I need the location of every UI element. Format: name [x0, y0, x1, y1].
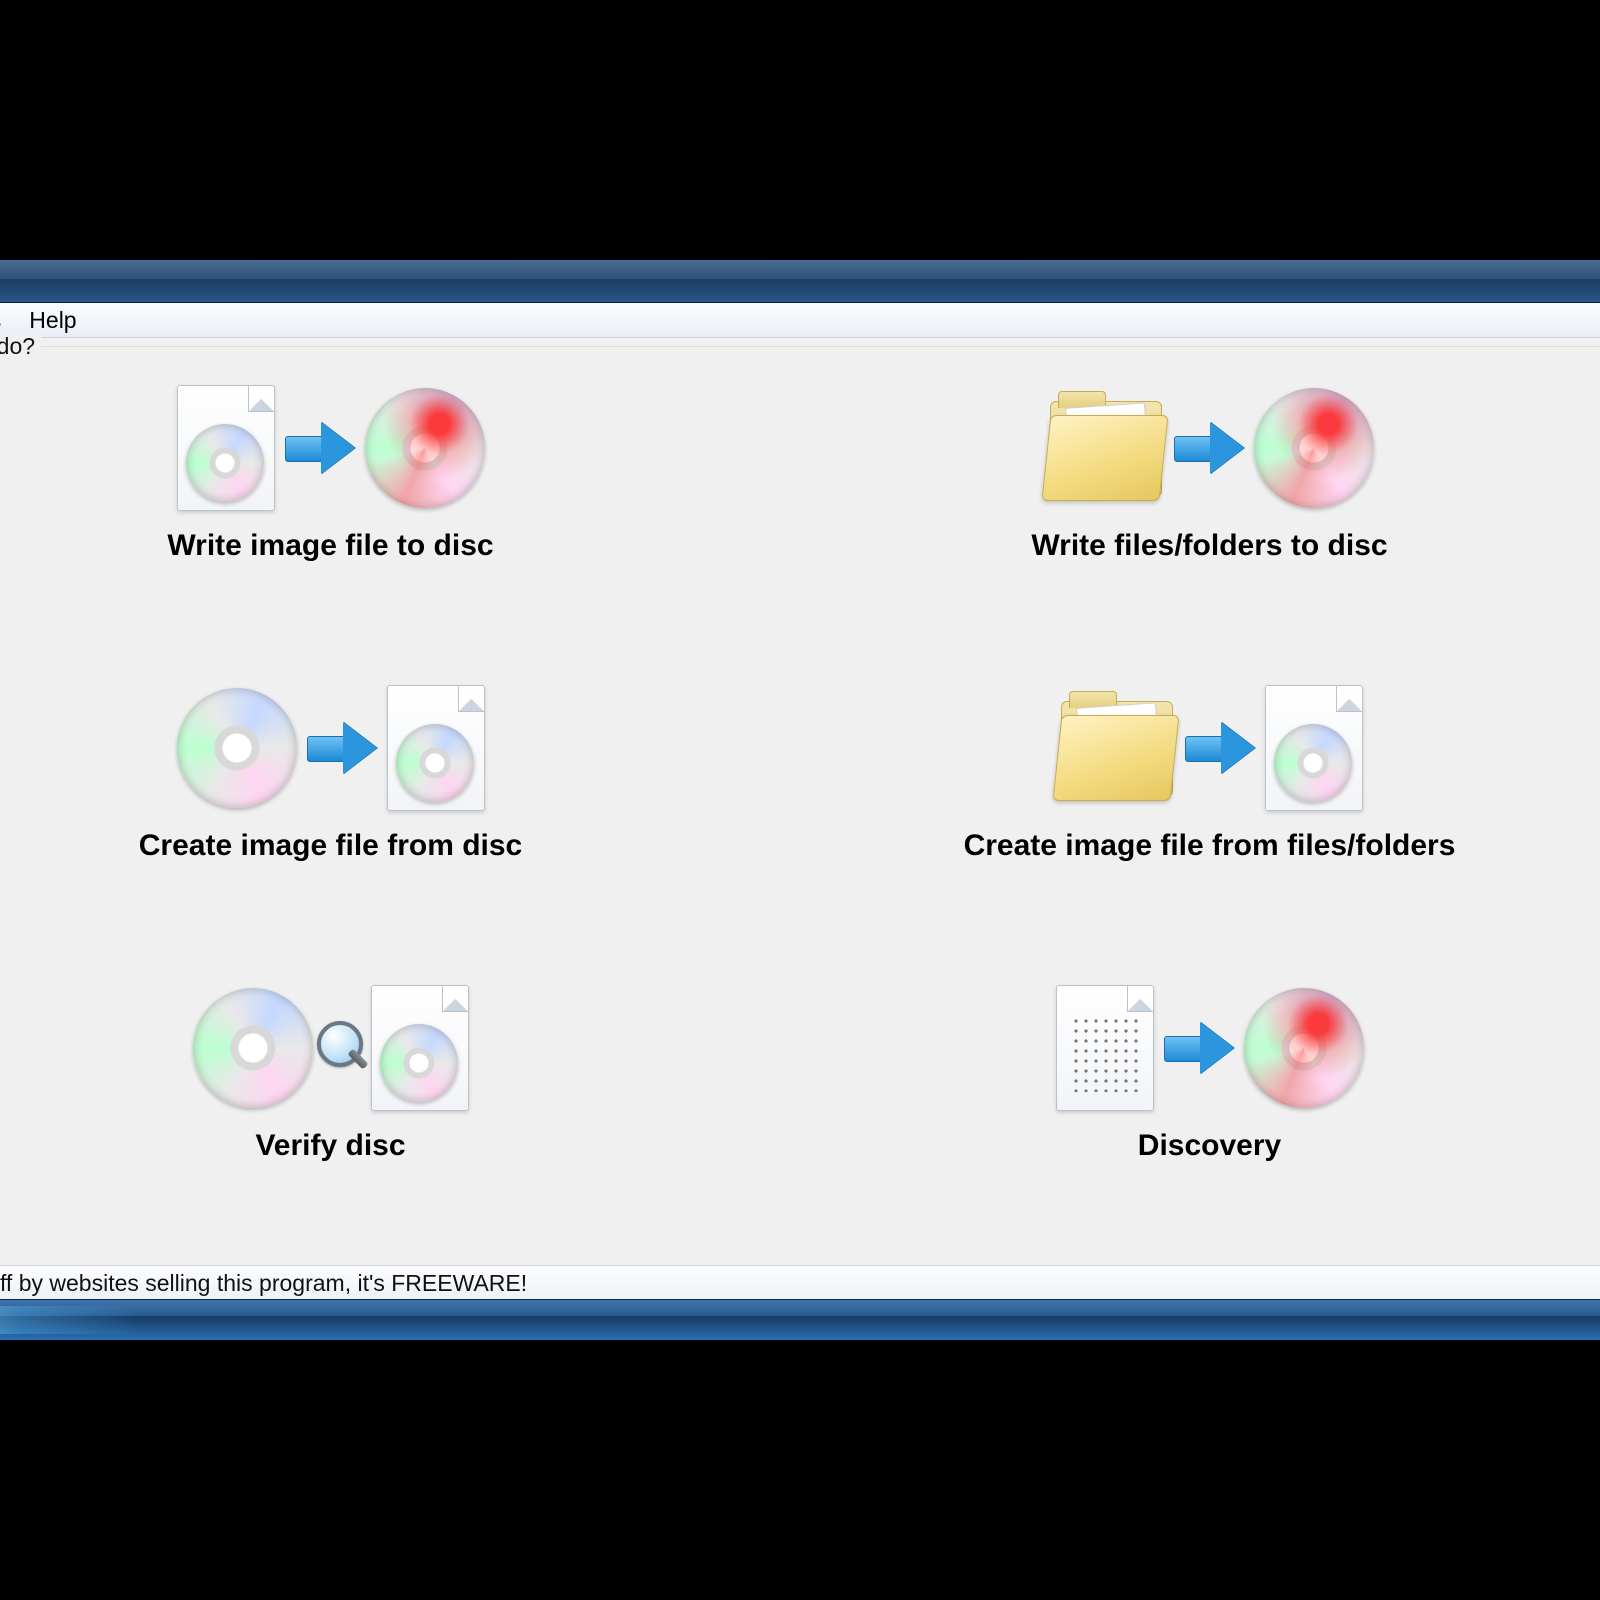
- action-label: Verify disc: [71, 1129, 591, 1163]
- disc-burn-icon: [1254, 388, 1374, 508]
- action-label: Create image file from files/folders: [950, 829, 1470, 863]
- image-file-icon: [1265, 685, 1363, 811]
- menu-item-tools[interactable]: Tools: [0, 307, 1, 334]
- action-create-image-from-disc[interactable]: Create image file from disc: [71, 673, 591, 863]
- action-write-files-to-disc[interactable]: Write files/folders to disc: [950, 373, 1470, 563]
- disc-icon: [177, 688, 297, 808]
- disc-icon: [193, 988, 313, 1108]
- menu-item-help[interactable]: Help: [29, 307, 76, 334]
- menu-bar: de Tools Help: [0, 303, 1600, 338]
- taskbar[interactable]: [0, 1299, 1600, 1340]
- status-text: or ripped off by websites selling this p…: [0, 1270, 527, 1297]
- magnifier-icon: [313, 1019, 371, 1077]
- ez-mode-panel: u like to do? Write image file to disc: [0, 346, 1600, 1278]
- panel-legend: u like to do?: [0, 333, 41, 360]
- action-label: Write files/folders to disc: [950, 529, 1470, 563]
- taskbar-highlight: [0, 1306, 140, 1334]
- action-write-image-to-disc[interactable]: Write image file to disc: [71, 373, 591, 563]
- data-sheet-icon: [1056, 985, 1154, 1111]
- arrow-right-icon: [1170, 418, 1248, 478]
- folder-icon: [1046, 397, 1164, 499]
- arrow-right-icon: [303, 718, 381, 778]
- disc-burn-icon: [365, 388, 485, 508]
- arrow-right-icon: [1160, 1018, 1238, 1078]
- folder-icon: [1057, 697, 1175, 799]
- image-file-icon: [371, 985, 469, 1111]
- action-discovery[interactable]: Discovery: [950, 973, 1470, 1163]
- arrow-right-icon: [281, 418, 359, 478]
- window-titlebar[interactable]: [0, 260, 1600, 303]
- status-bar: or ripped off by websites selling this p…: [0, 1265, 1600, 1300]
- action-create-image-from-files[interactable]: Create image file from files/folders: [950, 673, 1470, 863]
- action-label: Discovery: [950, 1129, 1470, 1163]
- action-label: Create image file from disc: [71, 829, 591, 863]
- disc-burn-icon: [1244, 988, 1364, 1108]
- app-window: de Tools Help u like to do?: [0, 260, 1600, 1340]
- image-file-icon: [387, 685, 485, 811]
- action-label: Write image file to disc: [71, 529, 591, 563]
- action-verify-disc[interactable]: Verify disc: [71, 973, 591, 1163]
- arrow-right-icon: [1181, 718, 1259, 778]
- image-file-icon: [177, 385, 275, 511]
